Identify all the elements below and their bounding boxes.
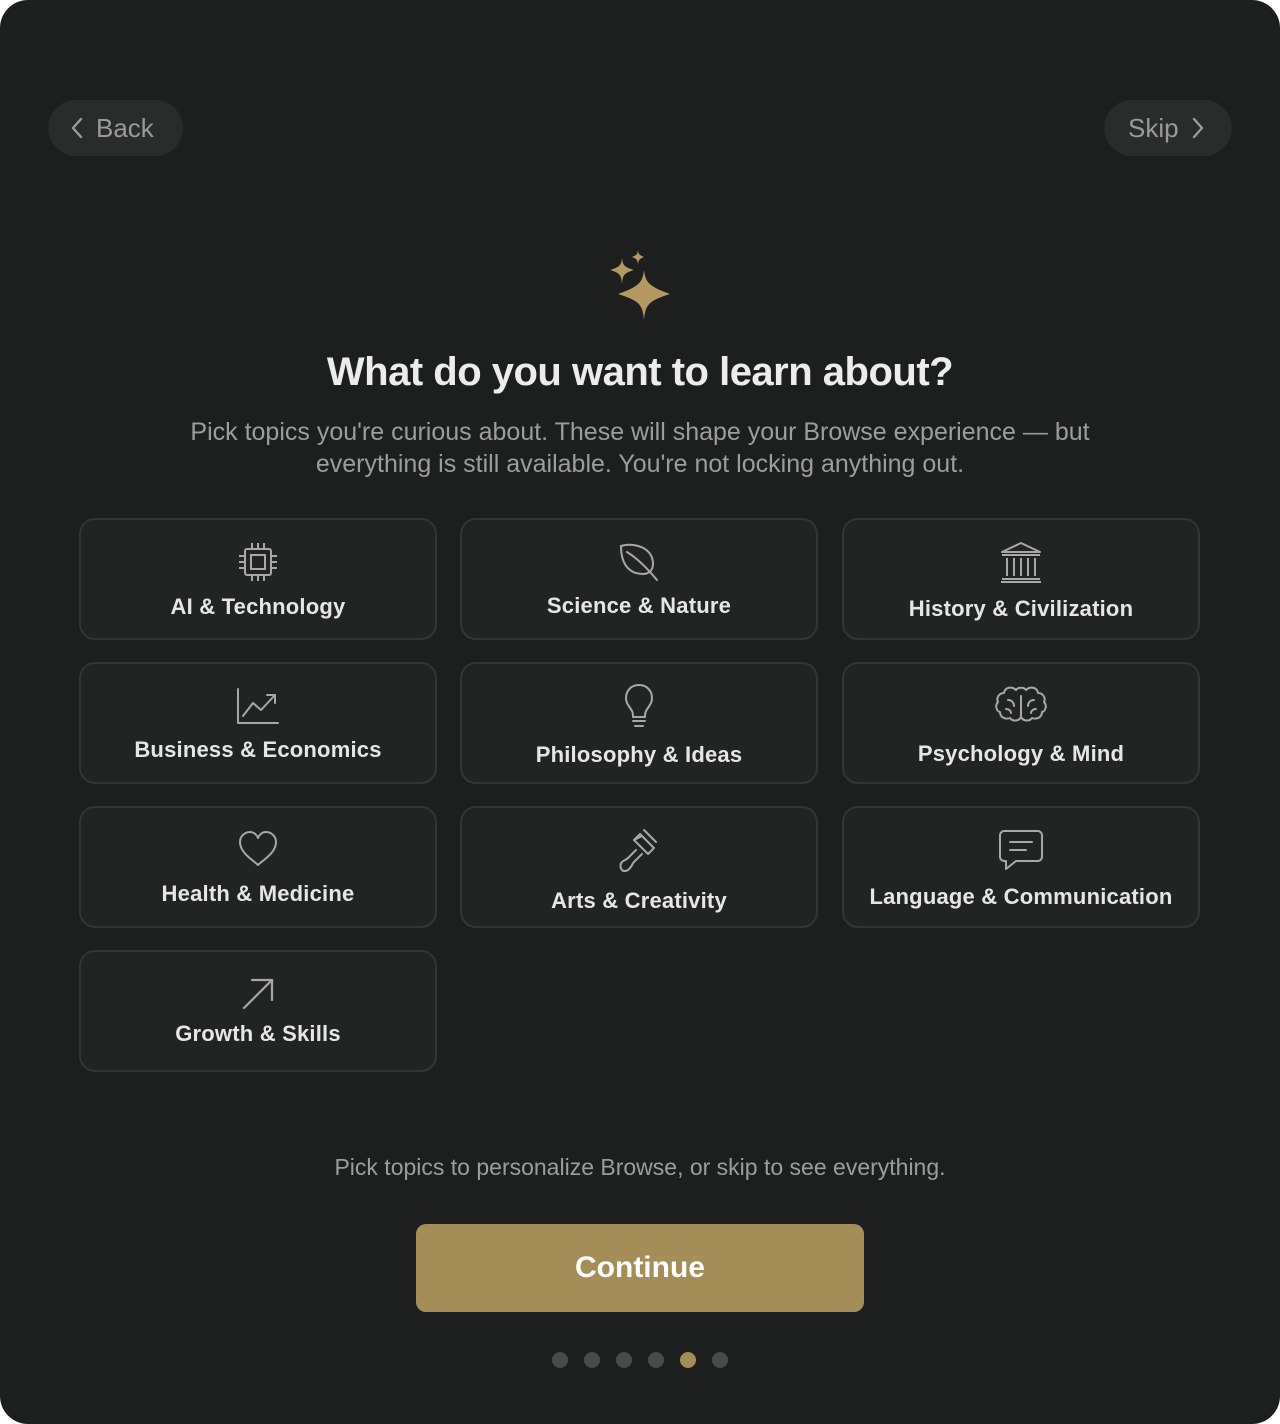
topic-card-growth-skills[interactable]: Growth & Skills [79,950,437,1072]
chat-icon [998,828,1044,872]
topic-card-history-civilization[interactable]: History & Civilization [842,518,1200,640]
topic-label: Health & Medicine [161,881,355,906]
leaf-icon [617,540,661,582]
pagination-dot [712,1352,728,1368]
back-label: Back [96,112,154,143]
pagination-dot [616,1352,632,1368]
topic-card-language-communication[interactable]: Language & Communication [842,806,1200,928]
heart-icon [237,830,279,868]
paintbrush-icon [616,826,662,874]
topic-card-philosophy-ideas[interactable]: Philosophy & Ideas [460,662,818,784]
skip-button[interactable]: Skip [1104,100,1232,156]
topic-label: AI & Technology [170,594,346,619]
topic-card-health-medicine[interactable]: Health & Medicine [79,806,437,928]
topic-label: Growth & Skills [175,1021,341,1046]
topic-card-arts-creativity[interactable]: Arts & Creativity [460,806,818,928]
chevron-right-icon [1191,117,1205,139]
personalize-hint: Pick topics to personalize Browse, or sk… [334,1154,946,1180]
topic-card-ai-technology[interactable]: AI & Technology [79,518,437,640]
topic-label: Psychology & Mind [917,741,1125,766]
continue-button[interactable]: Continue [416,1224,864,1312]
topic-card-science-nature[interactable]: Science & Nature [460,518,818,640]
topic-label: Language & Communication [869,884,1173,909]
arrow-up-right-icon [240,976,276,1012]
chart-trend-icon [235,686,281,726]
chip-icon [236,540,280,584]
topic-card-psychology-mind[interactable]: Psychology & Mind [842,662,1200,784]
pagination-dot [584,1352,600,1368]
topic-card-business-economics[interactable]: Business & Economics [79,662,437,784]
back-button[interactable]: Back [48,100,183,156]
sparkles-icon [606,248,674,324]
topic-label: Arts & Creativity [551,888,727,913]
page-title: What do you want to learn about? [326,350,954,394]
lightbulb-icon [623,682,655,730]
topic-label: Science & Nature [546,593,732,618]
onboarding-window: Back Skip What do you want to learn abou… [0,0,1280,1424]
pagination-dot [648,1352,664,1368]
topic-label: History & Civilization [908,596,1134,621]
topic-label: Business & Economics [134,737,382,762]
brain-icon [994,684,1048,728]
skip-label: Skip [1128,112,1179,143]
topic-label: Philosophy & Ideas [535,742,743,767]
pagination-dot [552,1352,568,1368]
page-subtitle: Pick topics you're curious about. These … [190,418,1090,478]
pagination-dot-active [680,1352,696,1368]
museum-icon [999,540,1043,584]
chevron-left-icon [70,117,84,139]
